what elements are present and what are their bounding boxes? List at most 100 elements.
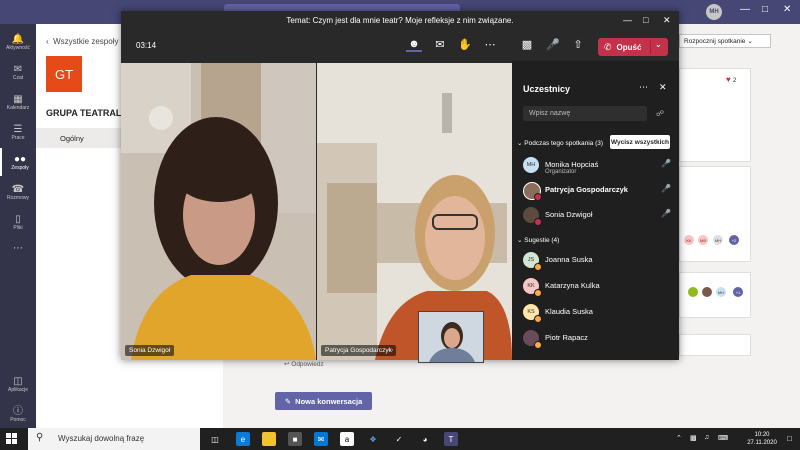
reply-icon: ↩ xyxy=(284,361,290,368)
rail-files[interactable]: ▯ Pliki xyxy=(0,208,36,236)
participant-name: Klaudia Suska xyxy=(545,307,593,316)
more-avatars-badge[interactable]: +1 xyxy=(733,287,743,297)
participants-icon[interactable]: ☻ xyxy=(406,38,422,52)
compose-icon: ✎ xyxy=(284,396,291,406)
close-icon[interactable]: ✕ xyxy=(663,15,671,26)
reply-link[interactable]: ↩ Odpowiedz xyxy=(284,360,324,368)
more-avatars-badge[interactable]: +2 xyxy=(729,235,739,245)
rail-label: Kalendarz xyxy=(6,104,30,111)
rail-apps[interactable]: ◫ Aplikacje xyxy=(0,370,36,398)
minimize-icon[interactable]: — xyxy=(623,15,632,25)
start-meeting-label: Rozpocznij spotkanie xyxy=(684,37,746,45)
suggestion-row[interactable]: KK Katarzyna Kulka xyxy=(523,275,673,299)
status-indicator xyxy=(534,218,542,226)
rail-calendar[interactable]: ▦ Kalendarz xyxy=(0,88,36,116)
rail-more[interactable]: ⋯ xyxy=(0,234,36,262)
suggestion-row[interactable]: JS Joanna Suska xyxy=(523,249,673,273)
status-indicator xyxy=(534,341,542,349)
new-conversation-button[interactable]: ✎ Nowa konwersacja xyxy=(275,392,372,410)
bell-icon: 🔔 xyxy=(11,33,25,45)
rail-label: Zespoły xyxy=(11,164,29,171)
media-icon[interactable]: ◕ xyxy=(418,432,432,446)
participant-role: Organizator xyxy=(545,169,577,175)
meeting-controls: 03:14 ☻ ✉ ✋ ⋯ ▩ 🎤 ⇧ xyxy=(121,30,679,61)
back-to-teams-link[interactable]: ‹ Wszystkie zespoły xyxy=(46,37,118,46)
suggestions-section[interactable]: ⌄ Sugestie (4) xyxy=(517,236,559,244)
rail-activity[interactable]: 🔔 Aktywność xyxy=(0,28,36,56)
chevron-up-icon[interactable]: ⌃ xyxy=(676,434,682,442)
participant-name: Katarzyna Kulka xyxy=(545,281,600,290)
taskbar-clock[interactable]: 10:20 27.11.2020 xyxy=(742,431,782,447)
more-options-icon[interactable]: ⋯ xyxy=(482,38,498,51)
rail-chat[interactable]: ✉ Czat xyxy=(0,58,36,86)
share-link-icon[interactable]: ☍ xyxy=(656,109,664,118)
camera-icon[interactable]: ▩ xyxy=(519,38,535,51)
participant-row[interactable]: SD Sonia Dzwigoł 🎤 xyxy=(523,204,673,228)
video-tile[interactable]: Sonia Dzwigoł xyxy=(121,63,316,360)
back-label: Wszystkie zespoły xyxy=(53,37,119,46)
status-indicator xyxy=(534,193,542,201)
rail-assignments[interactable]: ☰ Prace xyxy=(0,118,36,146)
microphone-icon[interactable]: 🎤 xyxy=(545,38,561,51)
participant-row[interactable]: PG Patrycja Gospodarczyk 🎤 xyxy=(523,179,673,203)
task-view-icon[interactable]: ◫ xyxy=(208,432,222,446)
file-explorer-icon[interactable] xyxy=(262,432,276,446)
rail-label: Prace xyxy=(11,134,25,141)
new-conversation-label: Nowa konwersacja xyxy=(295,396,363,406)
clock-time: 10:20 xyxy=(754,432,770,438)
language-icon[interactable]: ⌨ xyxy=(718,434,728,442)
more-options-icon[interactable]: ⋯ xyxy=(639,82,648,93)
windows-start-icon[interactable] xyxy=(6,433,18,445)
participant-row[interactable]: MH Monika Hopciaś Organizator 🎤 xyxy=(523,154,673,178)
rail-teams[interactable]: ●● Zespoły xyxy=(0,148,38,176)
self-view-video[interactable] xyxy=(418,311,484,363)
chat-icon[interactable]: ✉ xyxy=(432,38,448,51)
leave-label: Opuść xyxy=(616,42,642,52)
mute-all-button[interactable]: Wycisz wszystkich xyxy=(610,135,670,149)
close-icon[interactable]: ✕ xyxy=(659,82,667,93)
heart-reaction[interactable]: ♥ 2 xyxy=(726,75,736,84)
app-icon[interactable]: ✓ xyxy=(392,432,406,446)
notifications-icon[interactable]: □ xyxy=(787,434,792,443)
user-avatar[interactable]: MH xyxy=(706,4,722,20)
participant-search-input[interactable]: Wpisz nazwę xyxy=(523,106,647,121)
edge-icon[interactable]: e xyxy=(236,432,250,446)
apps-icon: ◫ xyxy=(13,375,23,387)
start-meeting-button[interactable]: Rozpocznij spotkanie ⌄ xyxy=(679,34,771,48)
suggestion-row[interactable]: PR Piotr Rapacz xyxy=(523,327,673,351)
assignments-icon: ☰ xyxy=(13,123,23,135)
share-screen-icon[interactable]: ⇧ xyxy=(570,38,586,51)
network-icon[interactable]: ▩ xyxy=(690,434,697,442)
rail-help[interactable]: ⓘ Pomoc xyxy=(0,400,36,428)
chevron-down-icon: ⌄ xyxy=(747,38,753,45)
raise-hand-icon[interactable]: ✋ xyxy=(457,38,473,51)
meeting-timer: 03:14 xyxy=(136,41,157,50)
suggestion-row[interactable]: KS Klaudia Suska xyxy=(523,301,673,325)
windows-taskbar: ⚲ Wyszukaj dowolną frazę ◫ e ■ ✉ a ❖ ✓ ◕… xyxy=(0,428,800,450)
in-meeting-section[interactable]: ⌄ Podczas tego spotkania (3) xyxy=(517,139,603,147)
participant-name: Monika Hopciaś xyxy=(545,160,599,169)
rail-calls[interactable]: ☎ Rozmowy xyxy=(0,178,36,206)
mail-icon[interactable]: ✉ xyxy=(314,432,328,446)
participant-name: Sonia Dzwigoł xyxy=(545,210,593,219)
avatar: KK xyxy=(684,235,694,245)
maximize-icon[interactable]: □ xyxy=(762,4,768,15)
teams-taskbar-icon[interactable]: T xyxy=(444,432,458,446)
microphone-icon: 🎤 xyxy=(661,159,671,168)
maximize-icon[interactable]: □ xyxy=(643,15,648,25)
post-card xyxy=(679,166,751,262)
dropbox-icon[interactable]: ❖ xyxy=(366,432,380,446)
tile-more-icon[interactable]: ⋯ xyxy=(383,344,398,356)
close-icon[interactable]: ✕ xyxy=(783,4,791,15)
volume-icon[interactable]: ♫ xyxy=(704,434,709,441)
rail-label: Pliki xyxy=(13,224,23,231)
app-rail: 🔔 Aktywność ✉ Czat ▦ Kalendarz ☰ Prace ●● Zes… xyxy=(0,24,36,428)
leave-button[interactable]: ✆ Opuść ⌄ xyxy=(598,38,668,56)
taskbar-search-box[interactable]: ⚲ Wyszukaj dowolną frazę xyxy=(28,428,200,450)
rail-label: Pomoc xyxy=(10,416,26,423)
phone-icon: ☎ xyxy=(11,183,25,195)
minimize-icon[interactable]: — xyxy=(740,4,750,15)
store-icon[interactable]: ■ xyxy=(288,432,302,446)
search-icon: ⚲ xyxy=(36,432,44,443)
amazon-icon[interactable]: a xyxy=(340,432,354,446)
